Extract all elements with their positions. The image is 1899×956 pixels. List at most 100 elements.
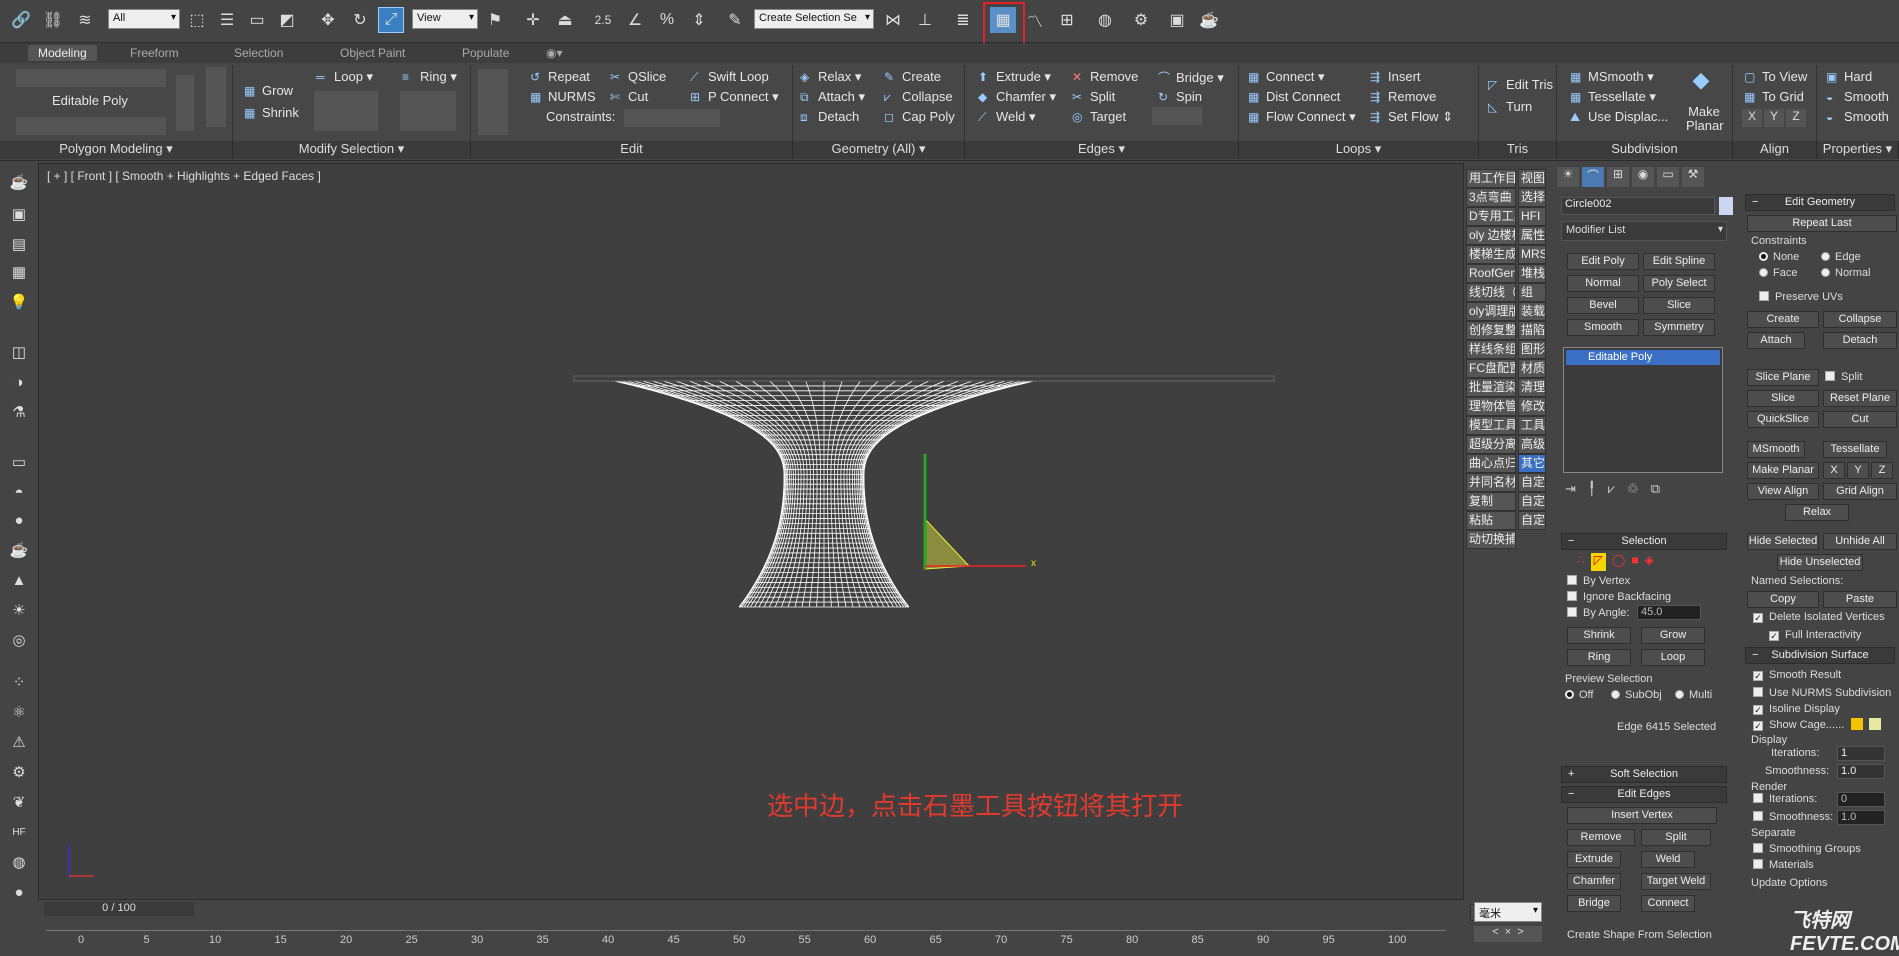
edit-edges-rollout[interactable]: − Edit Edges (1561, 786, 1727, 803)
bridge-edges-button[interactable]: Bridge (1567, 895, 1621, 912)
make-planar-button[interactable]: Make Planar (1686, 105, 1724, 133)
link-icon[interactable]: 🔗 (8, 7, 34, 33)
remove-edge-button[interactable]: ✕ Remove (1072, 69, 1138, 84)
cage-color-1[interactable] (1851, 718, 1863, 730)
script-category-button[interactable]: 清理 (1518, 378, 1546, 397)
script-button[interactable]: 创修复整合 (1466, 321, 1516, 340)
constraint-face-radio[interactable]: Face (1759, 267, 1797, 279)
shell-icon[interactable]: ◍ (8, 851, 30, 873)
script-category-button[interactable]: 堆栈 (1518, 264, 1546, 283)
script-button[interactable]: 复制 (1466, 492, 1516, 511)
iterations-spinner[interactable]: 1 (1837, 746, 1885, 761)
flow-connect-button[interactable]: ▦ Flow Connect ▾ (1248, 109, 1356, 125)
planar-x-button[interactable]: X (1823, 462, 1845, 479)
nurms-button[interactable]: ▦ NURMS (530, 89, 596, 104)
tab-modeling[interactable]: Modeling (28, 45, 97, 61)
rotate-icon[interactable]: ↻ (347, 7, 373, 33)
materials-checkbox[interactable]: Materials (1753, 859, 1814, 871)
tab-freeform[interactable]: Freeform (120, 45, 189, 61)
view-align-button[interactable]: View Align (1747, 483, 1819, 500)
script-button[interactable]: 动切换捕 (1466, 530, 1516, 549)
repeat-button[interactable]: ↺ Repeat (530, 69, 590, 84)
script-category-button[interactable]: 自定 (1518, 511, 1546, 530)
geometry-panel[interactable]: Geometry (All) ▾ (793, 141, 965, 159)
unhide-all-button[interactable]: Unhide All (1823, 533, 1897, 550)
teapot-icon[interactable]: ☕ (8, 171, 30, 193)
stack-tools[interactable]: ⇥╿⩗♲⧉ (1565, 481, 1725, 497)
by-angle-checkbox[interactable]: By Angle: (1567, 607, 1629, 619)
sun-icon[interactable]: ☀ (8, 599, 30, 621)
script-button[interactable]: 粘贴 (1466, 511, 1516, 530)
split-checkbox[interactable]: Split (1825, 371, 1862, 383)
grow-button[interactable]: ▦ Grow (244, 83, 293, 98)
script-category-button[interactable]: 工具 (1518, 416, 1546, 435)
timeline[interactable]: 0 / 100 0 5 10 15 20 25 30 35 40 45 50 55 60 65 70 75 80… (38, 900, 1464, 948)
cut-button[interactable]: ✄ Cut (610, 89, 648, 104)
script-category-button[interactable]: 装载 (1518, 302, 1546, 321)
hierarchy-tab-icon[interactable]: ⊞ (1607, 167, 1629, 187)
create-tab-icon[interactable]: ☀ (1557, 167, 1579, 187)
edge-level-icon[interactable]: ◸ (1590, 553, 1606, 571)
collapse-geom-button[interactable]: Collapse (1823, 311, 1897, 328)
paste-selection-button[interactable]: Paste (1823, 591, 1897, 608)
create-shape-button[interactable]: Create Shape From Selection (1567, 929, 1712, 941)
turn-button[interactable]: ◺ Turn (1488, 99, 1532, 114)
script-button[interactable]: 样线条组分 (1466, 340, 1516, 359)
slice-button[interactable]: Slice (1747, 390, 1819, 407)
edit-spline-mod-button[interactable]: Edit Spline (1643, 253, 1715, 270)
bind-spacewarp-icon[interactable]: ≋ (72, 7, 98, 33)
poly-select-mod-button[interactable]: Poly Select (1643, 275, 1715, 292)
tris-panel[interactable]: Tris (1479, 141, 1557, 159)
unlink-icon[interactable]: ⛓ (40, 7, 66, 33)
edit-poly-mod-button[interactable]: Edit Poly (1567, 253, 1639, 270)
script-category-button[interactable]: 视图 (1518, 169, 1546, 188)
preview-subobj-radio[interactable]: SubObj (1611, 689, 1662, 701)
make-planar-geom-button[interactable]: Make Planar (1747, 462, 1819, 479)
swift-loop-button[interactable]: ⟋ Swift Loop (690, 69, 769, 85)
subdivision-panel[interactable]: Subdivision (1557, 141, 1733, 159)
shapes-icon[interactable]: ⚠ (8, 731, 30, 753)
box-icon[interactable]: ▣ (8, 203, 30, 225)
named-selection-dropdown[interactable]: Create Selection Se (754, 9, 874, 29)
extrude-button[interactable]: ⬆ Extrude ▾ (978, 69, 1051, 85)
insert-vertex-button[interactable]: Insert Vertex (1567, 807, 1717, 824)
script-button[interactable]: 用工作目 (1466, 169, 1516, 188)
hard-button[interactable]: ▣ Hard (1826, 69, 1872, 84)
loop-button[interactable]: ═ Loop ▾ (316, 69, 373, 85)
bridge-button[interactable]: ⌒ Bridge ▾ (1158, 69, 1224, 86)
object-color-swatch[interactable] (1719, 197, 1733, 215)
ring-selection-button[interactable]: Ring (1567, 649, 1631, 666)
edit-tris-button[interactable]: ◸ Edit Tris (1488, 77, 1553, 92)
script-category-button[interactable]: 选择 (1518, 188, 1546, 207)
chamfer-button[interactable]: ◆ Chamfer ▾ (978, 89, 1056, 105)
script-category-button[interactable]: MRS (1518, 245, 1546, 264)
symmetry-mod-button[interactable]: Symmetry (1643, 319, 1715, 336)
render-smoothness-spinner[interactable]: 1.0 (1837, 810, 1885, 825)
wireframe-object[interactable]: x (39, 164, 1465, 901)
constraint-buttons[interactable] (624, 109, 720, 127)
modifier-stack[interactable]: Editable Poly (1563, 347, 1723, 473)
script-category-button[interactable]: 其它 (1518, 454, 1546, 473)
reset-plane-button[interactable]: Reset Plane (1823, 390, 1897, 407)
polygon-modeling-panel[interactable]: Polygon Modeling ▾ (0, 141, 233, 159)
tab-selection[interactable]: Selection (224, 45, 293, 61)
particles-icon[interactable]: ⚗ (8, 401, 30, 423)
soft-selection-rollout[interactable]: + Soft Selection (1561, 766, 1727, 783)
create-button[interactable]: ✎ Create (884, 69, 941, 84)
border-level-icon[interactable]: ◯ (1612, 553, 1625, 571)
connect-edges-button[interactable]: Connect (1641, 895, 1695, 912)
hide-unselected-button[interactable]: Hide Unselected (1777, 554, 1863, 571)
smoothness-spinner[interactable]: 1.0 (1837, 764, 1885, 779)
show-cage-checkbox[interactable]: ✓ Show Cage...... (1753, 719, 1844, 731)
stack-item-editable-poly[interactable]: Editable Poly (1566, 350, 1720, 365)
select-by-name-icon[interactable]: ☰ (214, 7, 240, 33)
smoothing-groups-checkbox[interactable]: Smoothing Groups (1753, 843, 1861, 855)
shrink-button[interactable]: ▦ Shrink (244, 105, 299, 120)
edit-side-tools[interactable] (478, 69, 508, 135)
script-category-button[interactable]: 自定 (1518, 492, 1546, 511)
dist-connect-button[interactable]: ▦ Dist Connect (1248, 89, 1340, 104)
script-button[interactable]: RoofGen_v (1466, 264, 1516, 283)
remove-edges-button[interactable]: Remove (1567, 829, 1635, 846)
normal-mod-button[interactable]: Normal (1567, 275, 1639, 292)
helper-icon[interactable]: ◑ (8, 371, 30, 393)
